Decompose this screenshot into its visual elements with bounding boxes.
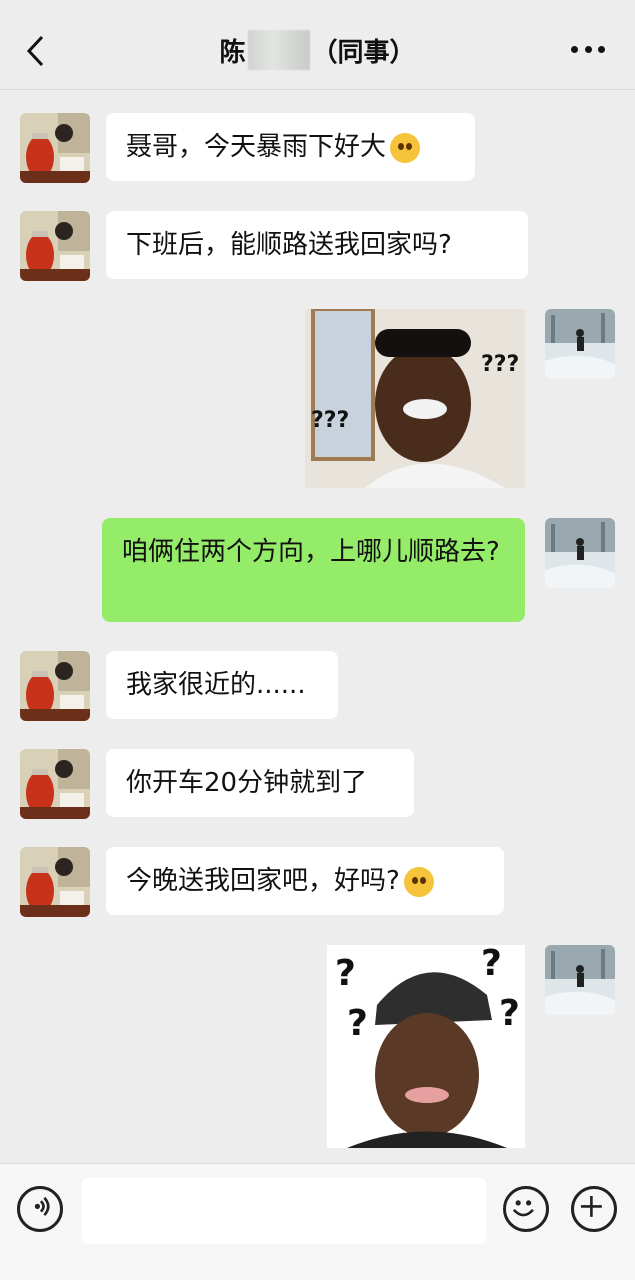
chat-header: 陈 （同事） xyxy=(0,0,635,90)
message-text: 你开车20分钟就到了 xyxy=(126,768,368,798)
sticker-text: ??? xyxy=(481,352,519,377)
sticker-text: ? xyxy=(499,993,520,1034)
sticker-text: ? xyxy=(335,953,356,994)
input-bar xyxy=(0,1163,635,1280)
message-bubble[interactable]: 今晚送我回家吧，好吗? xyxy=(106,847,504,915)
message-bubble[interactable]: 聂哥，今天暴雨下好大 xyxy=(106,113,475,181)
voice-icon[interactable] xyxy=(17,1186,63,1232)
avatar[interactable] xyxy=(20,211,90,281)
sticker-text: ? xyxy=(481,945,502,984)
title-name: 陈 xyxy=(219,37,246,68)
avatar-self[interactable] xyxy=(545,518,615,588)
message-bubble[interactable]: 咱俩住两个方向，上哪儿顺路去? xyxy=(102,518,525,622)
confused-man-sticker[interactable]: ??? ??? xyxy=(305,309,525,488)
avatar-self[interactable] xyxy=(545,945,615,1015)
more-dots-icon[interactable] xyxy=(571,46,605,56)
puzzled-man-sticker[interactable]: ? ? ? ? xyxy=(327,945,525,1148)
title-relation: （同事） xyxy=(311,37,416,68)
message-text: 咱俩住两个方向，上哪儿顺路去? xyxy=(122,537,500,567)
avatar[interactable] xyxy=(20,651,90,721)
message-input[interactable] xyxy=(82,1178,486,1244)
message-bubble[interactable]: 我家很近的...... xyxy=(106,651,338,719)
sticker-text: ??? xyxy=(311,408,349,433)
message-text: 我家很近的...... xyxy=(126,670,306,700)
message-bubble[interactable]: 你开车20分钟就到了 xyxy=(106,749,414,817)
avatar[interactable] xyxy=(20,847,90,917)
avatar-self[interactable] xyxy=(545,309,615,379)
emoji-icon[interactable] xyxy=(503,1186,549,1232)
message-text: 聂哥，今天暴雨下好大 xyxy=(126,132,387,162)
sticker-text: ? xyxy=(347,1003,368,1044)
hugging-face-icon xyxy=(403,866,434,897)
avatar[interactable] xyxy=(20,113,90,183)
message-text: 今晚送我回家吧，好吗? xyxy=(126,866,400,896)
message-text: 下班后，能顺路送我回家吗? xyxy=(126,230,452,260)
pleading-face-icon xyxy=(390,132,421,163)
plus-icon[interactable] xyxy=(571,1186,617,1232)
chat-title: 陈 （同事） xyxy=(0,30,635,70)
blurred-name xyxy=(247,30,310,70)
avatar[interactable] xyxy=(20,749,90,819)
message-bubble[interactable]: 下班后，能顺路送我回家吗? xyxy=(106,211,528,279)
